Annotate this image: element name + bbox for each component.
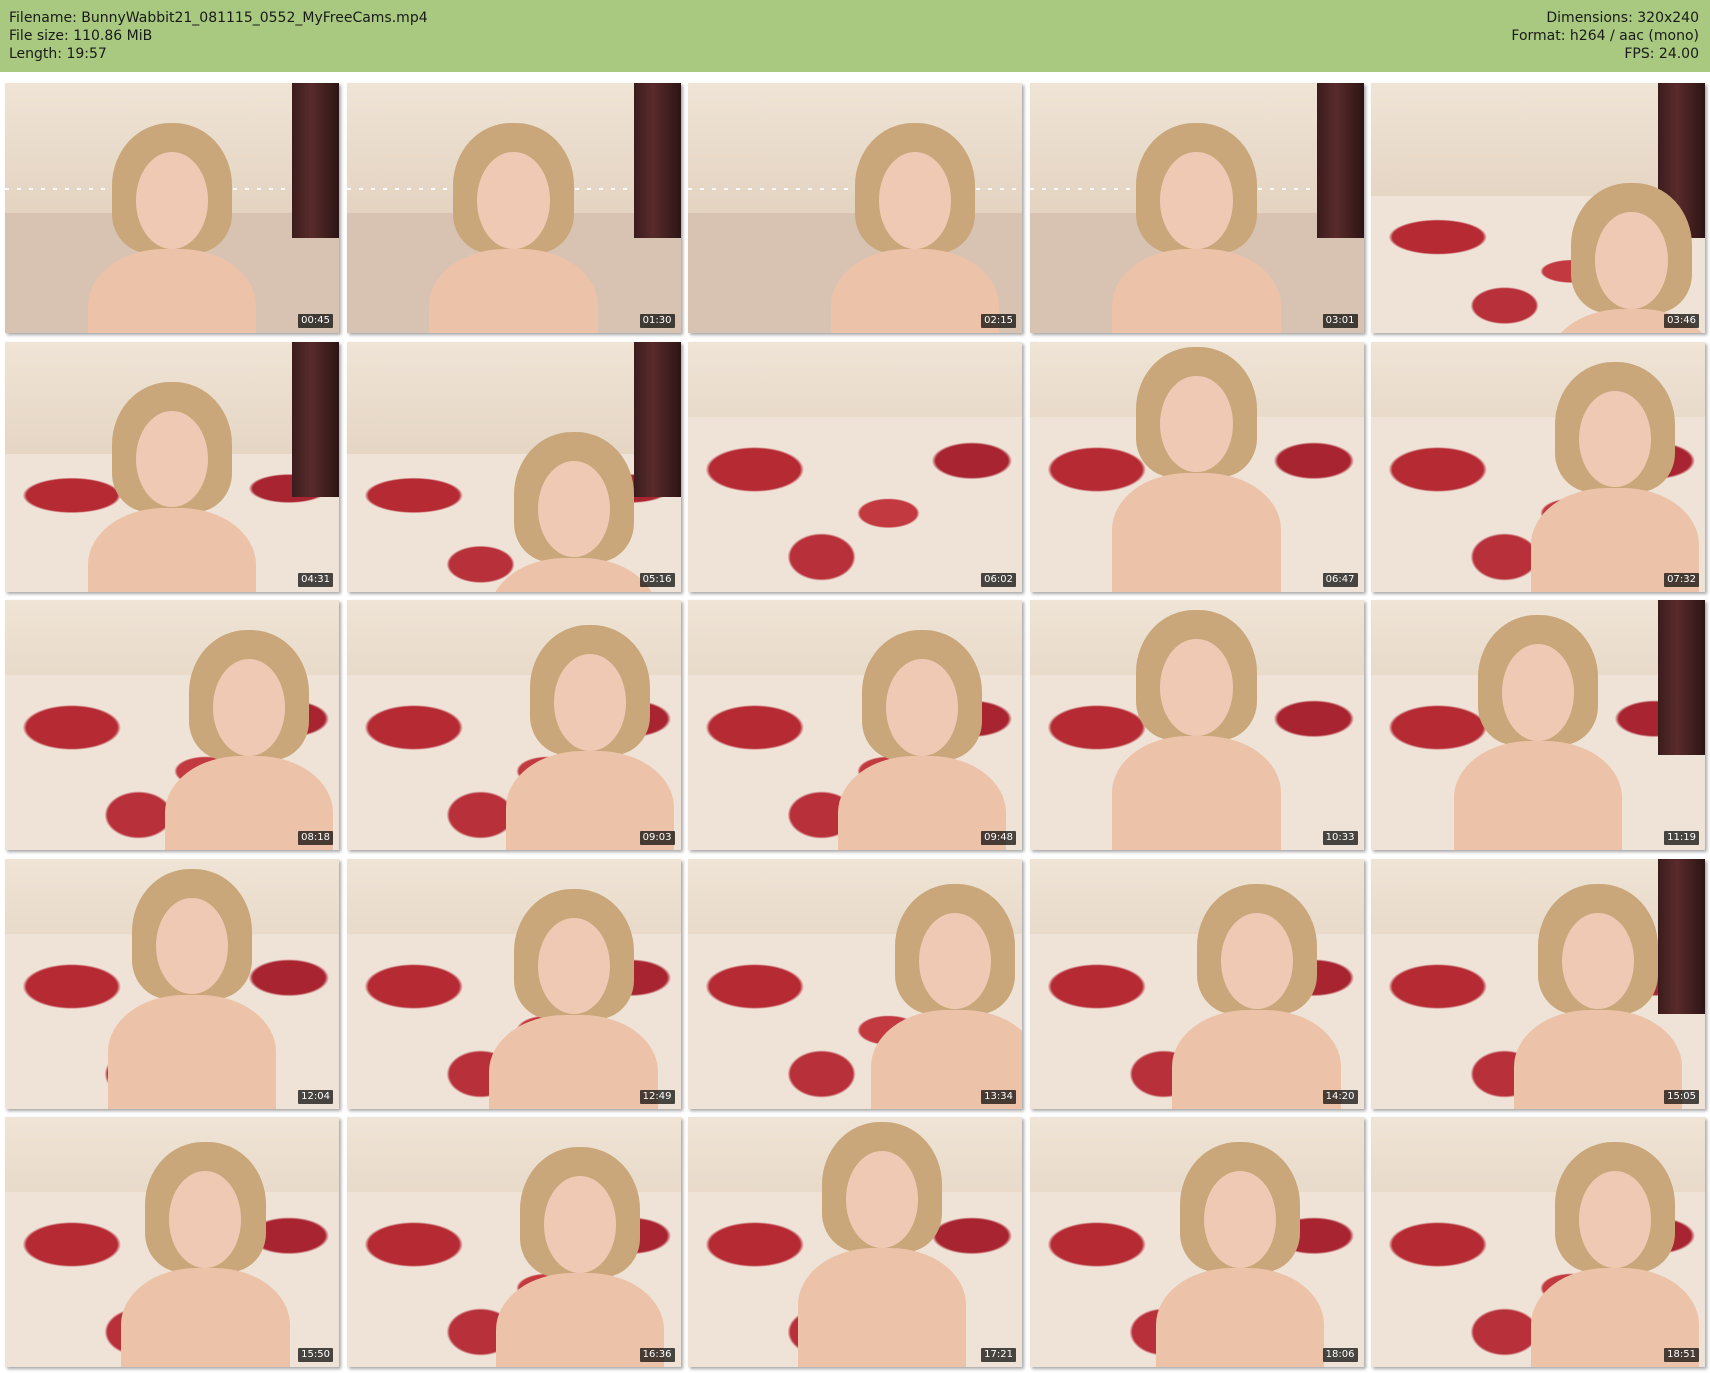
timestamp-label: 01:30 [639, 314, 675, 328]
thumbnail-frame: 05:16 [346, 341, 681, 592]
frame-image [1371, 1117, 1705, 1367]
frame-image [1029, 858, 1364, 1109]
timestamp-label: 05:16 [639, 572, 675, 587]
thumbnail-frame: 14:20 [1029, 858, 1364, 1109]
thumbnail-frame: 03:46 [1371, 83, 1705, 333]
frame-image [346, 1117, 681, 1367]
timestamp-label: 17:21 [981, 1348, 1016, 1362]
thumbnail-frame: 10:33 [1029, 600, 1364, 850]
thumbnail-grid: 00:45 01:30 02:15 03:01 03:46 04:31 05:1… [5, 83, 1705, 1367]
frame-image [5, 341, 339, 592]
frame-image [1371, 600, 1705, 850]
timestamp-label: 00:45 [298, 314, 333, 328]
timestamp-label: 06:02 [981, 572, 1016, 587]
thumbnail-frame: 09:03 [346, 600, 681, 850]
thumbnail-frame: 02:15 [688, 83, 1022, 333]
timestamp-label: 06:47 [1322, 572, 1358, 587]
dimensions-text: Dimensions: 320x240 [1546, 10, 1699, 26]
thumbnail-frame: 07:32 [1371, 341, 1705, 592]
frame-image [5, 83, 339, 333]
thumbnail-frame: 09:48 [688, 600, 1022, 850]
frame-image [5, 1117, 339, 1367]
frame-image [5, 600, 339, 850]
thumbnail-frame: 04:31 [5, 341, 339, 592]
thumbnail-frame: 06:02 [688, 341, 1022, 592]
thumbnail-frame: 13:34 [688, 858, 1022, 1109]
timestamp-label: 14:20 [1322, 1089, 1358, 1104]
frame-image [1029, 1117, 1364, 1367]
info-header: Filename: BunnyWabbit21_081115_0552_MyFr… [0, 0, 1710, 72]
frame-image [688, 341, 1022, 592]
timestamp-label: 08:18 [298, 831, 333, 845]
filename-text: Filename: BunnyWabbit21_081115_0552_MyFr… [9, 10, 428, 26]
thumbnail-frame: 17:21 [688, 1117, 1022, 1367]
frame-image [688, 600, 1022, 850]
frame-image [1029, 341, 1364, 592]
timestamp-label: 09:03 [639, 831, 675, 845]
file-size-text: File size: 110.86 MiB [9, 28, 153, 44]
frame-image [1371, 341, 1705, 592]
timestamp-label: 03:01 [1322, 314, 1358, 328]
timestamp-label: 15:05 [1664, 1089, 1699, 1104]
timestamp-label: 15:50 [298, 1348, 333, 1362]
timestamp-label: 07:32 [1664, 572, 1699, 587]
fps-text: FPS: 24.00 [1624, 46, 1699, 62]
thumbnail-frame: 18:51 [1371, 1117, 1705, 1367]
frame-image [688, 1117, 1022, 1367]
file-info: Filename: BunnyWabbit21_081115_0552_MyFr… [9, 9, 428, 63]
timestamp-label: 10:33 [1322, 831, 1358, 845]
frame-image [346, 341, 681, 592]
frame-image [1029, 600, 1364, 850]
stream-info: Dimensions: 320x240 Format: h264 / aac (… [1511, 9, 1699, 63]
thumbnail-frame: 15:05 [1371, 858, 1705, 1109]
frame-image [688, 858, 1022, 1109]
frame-image [346, 83, 681, 333]
thumbnail-frame: 12:49 [346, 858, 681, 1109]
format-text: Format: h264 / aac (mono) [1511, 28, 1699, 44]
timestamp-label: 11:19 [1664, 831, 1699, 845]
thumbnail-frame: 16:36 [346, 1117, 681, 1367]
thumbnail-frame: 08:18 [5, 600, 339, 850]
frame-image [1371, 83, 1705, 333]
frame-image [346, 600, 681, 850]
timestamp-label: 04:31 [298, 572, 333, 587]
timestamp-label: 16:36 [639, 1348, 675, 1362]
timestamp-label: 18:51 [1664, 1348, 1699, 1362]
timestamp-label: 12:04 [298, 1089, 333, 1104]
thumbnail-frame: 12:04 [5, 858, 339, 1109]
timestamp-label: 02:15 [981, 314, 1016, 328]
frame-image [346, 858, 681, 1109]
frame-image [1371, 858, 1705, 1109]
thumbnail-frame: 06:47 [1029, 341, 1364, 592]
timestamp-label: 18:06 [1322, 1348, 1358, 1362]
thumbnail-frame: 00:45 [5, 83, 339, 333]
thumbnail-frame: 11:19 [1371, 600, 1705, 850]
frame-image [688, 83, 1022, 333]
timestamp-label: 03:46 [1664, 314, 1699, 328]
timestamp-label: 12:49 [639, 1089, 675, 1104]
frame-image [5, 858, 339, 1109]
frame-image [1029, 83, 1364, 333]
thumbnail-frame: 03:01 [1029, 83, 1364, 333]
thumbnail-frame: 15:50 [5, 1117, 339, 1367]
timestamp-label: 13:34 [981, 1089, 1016, 1104]
length-text: Length: 19:57 [9, 46, 107, 62]
thumbnail-frame: 18:06 [1029, 1117, 1364, 1367]
timestamp-label: 09:48 [981, 831, 1016, 845]
thumbnail-frame: 01:30 [346, 83, 681, 333]
